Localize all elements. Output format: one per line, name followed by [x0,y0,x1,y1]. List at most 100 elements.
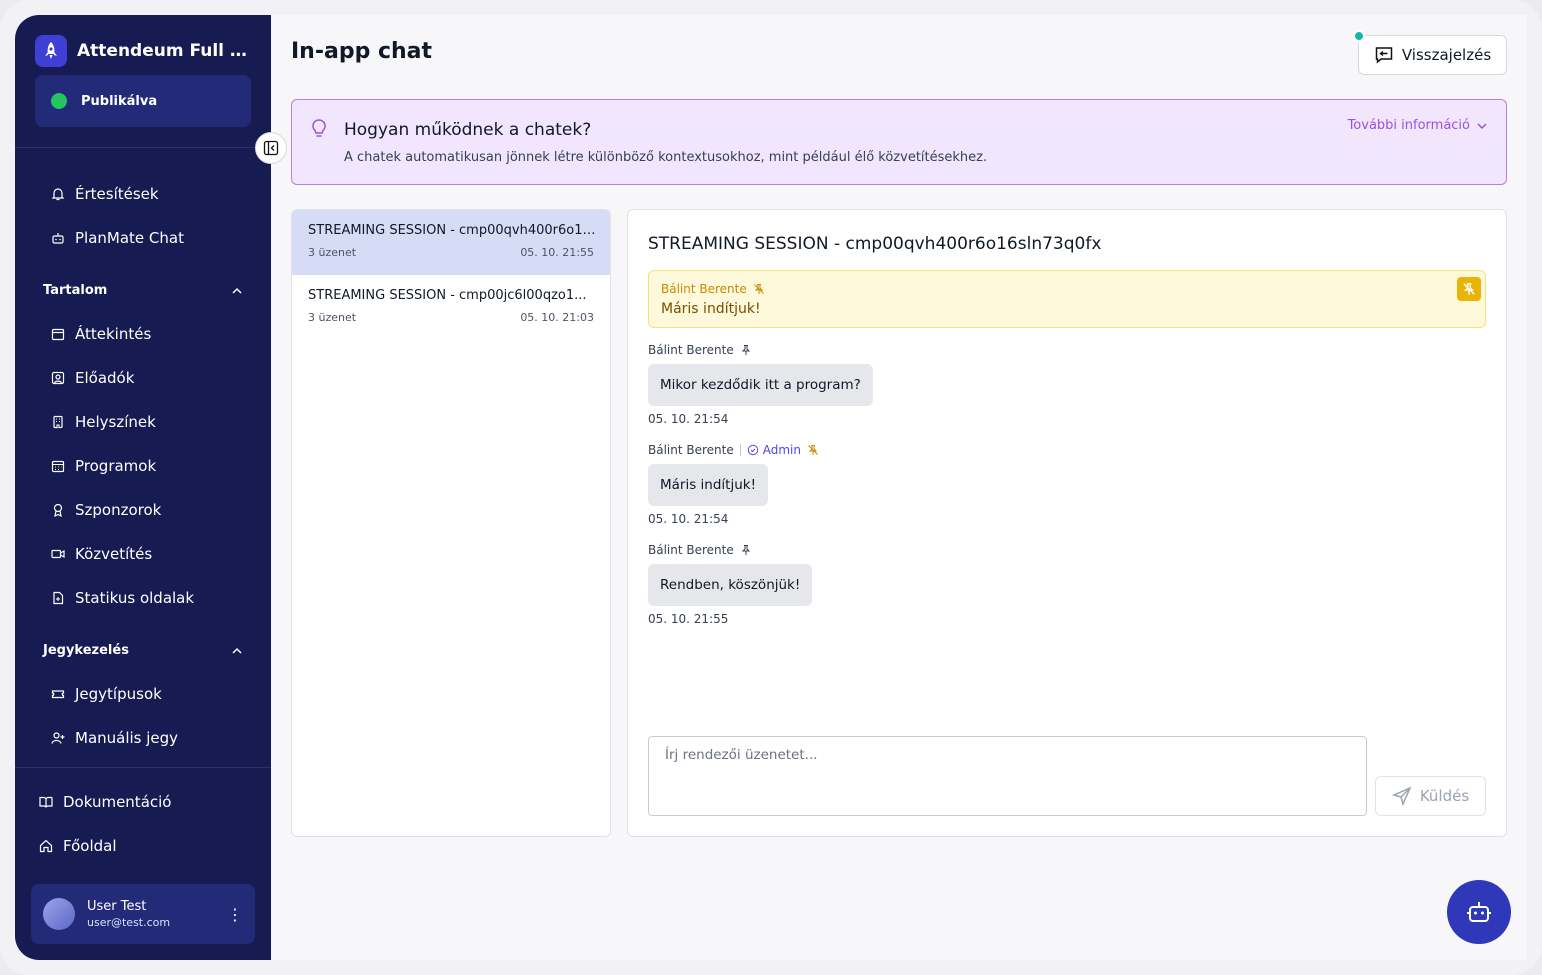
sidebar-item-label: Helyszínek [75,413,156,431]
sidebar-item-notifications[interactable]: Értesítések [51,185,159,203]
feedback-label: Visszajelzés [1401,46,1492,64]
sidebar-item-sponsors[interactable]: Szponzorok [51,501,161,519]
info-banner: Hogyan működnek a chatek? A chatek autom… [291,99,1507,185]
sidebar-item-label: Közvetítés [75,545,153,563]
brand: Attendeum Full Co... [35,35,257,67]
sidebar-item-programs[interactable]: Programok [51,457,156,475]
sidebar-item-label: Manuális jegy [75,729,179,747]
send-label: Küldés [1419,787,1470,805]
publish-status-label: Publikálva [81,93,158,109]
info-text: A chatek automatikusan jönnek létre külö… [344,150,988,165]
sidebar-item-label: Statikus oldalak [75,589,195,607]
message-author: Bálint Berente [648,443,734,457]
admin-badge: Admin [747,443,801,457]
sidebar-item-speakers[interactable]: Előadók [51,369,134,387]
message-time: 05. 10. 21:54 [648,512,729,526]
unpin-button[interactable] [1457,277,1481,301]
separator [739,444,741,456]
session-message-count: 3 üzenet [308,311,357,324]
session-item[interactable]: STREAMING SESSION - cmp00qvh400r6o16sln7… [292,210,610,275]
session-item[interactable]: STREAMING SESSION - cmp00jc6l00qzo1... 3… [292,275,610,340]
app: Attendeum Full Co... Publikálva Értesíté… [15,15,1527,960]
section-tickets-toggle[interactable]: Jegykezelés [43,643,243,658]
chat-title: STREAMING SESSION - cmp00qvh400r6o16sln7… [648,234,1102,254]
message-time: 05. 10. 21:54 [648,412,729,426]
panel-left-close-icon [263,140,279,156]
pinned-author: Bálint Berente [661,282,747,296]
chevron-up-icon [232,287,242,294]
sidebar-item-planmate-chat[interactable]: PlanMate Chat [51,229,184,247]
sidebar-item-label: Értesítések [75,185,159,203]
assistant-bot-button[interactable] [1447,880,1511,944]
message-author: Bálint Berente [648,543,734,557]
rocket-icon [35,35,67,67]
sidebar-item-overview[interactable]: Áttekintés [51,325,151,343]
bot-icon [52,233,64,244]
sidebar-item-label: Programok [75,457,157,475]
user-square-icon [51,371,65,385]
ticket-icon [51,690,65,699]
sidebar-item-manual-ticket[interactable]: Manuális jegy [51,729,178,747]
chat-message: Bálint Berente Admin Máris indítjuk! 05.… [648,442,819,526]
user-name: User Test [87,899,147,914]
calendar-days-icon [51,460,65,473]
award-icon [53,503,63,517]
session-title: STREAMING SESSION - cmp00qvh400r6o16sln7… [308,223,596,238]
message-square-icon [1375,47,1393,64]
status-dot-icon [51,93,67,109]
pin-off-icon [1463,283,1475,295]
calendar-icon [51,328,65,341]
sidebar-item-label: Szponzorok [75,501,162,519]
message-input[interactable]: Írj rendezői üzenetet... [648,736,1367,816]
sidebar-item-ticket-types[interactable]: Jegytípusok [51,685,162,703]
app-title: Attendeum Full Co... [77,41,257,61]
session-time: 05. 10. 21:03 [520,311,594,324]
pin-icon[interactable] [740,544,752,556]
feedback-button[interactable]: Visszajelzés [1358,35,1507,75]
sidebar-item-label: Dokumentáció [63,793,172,811]
send-button[interactable]: Küldés [1375,776,1486,816]
section-label: Tartalom [43,283,108,298]
file-icon [53,591,64,605]
book-icon [39,796,53,808]
session-message-count: 3 üzenet [308,246,357,259]
admin-label: Admin [762,443,801,457]
message-input-placeholder: Írj rendezői üzenetet... [665,747,818,763]
sidebar-item-documentation[interactable]: Dokumentáció [39,793,171,811]
sidebar-collapse-button[interactable] [255,132,287,164]
avatar [43,898,75,930]
pin-icon[interactable] [740,344,752,356]
pin-off-icon [753,284,764,294]
sidebar-item-label: Jegytípusok [75,685,162,703]
sidebar-item-label: Áttekintés [75,325,152,343]
sidebar-item-label: Főoldal [63,837,117,855]
section-label: Jegykezelés [43,643,129,658]
info-title: Hogyan működnek a chatek? [344,120,592,140]
sidebar-item-static-pages[interactable]: Statikus oldalak [51,589,194,607]
user-card[interactable]: User Test user@test.com ⋮ [31,884,255,944]
section-content-toggle[interactable]: Tartalom [43,283,243,298]
bell-icon [51,188,65,201]
sidebar-item-home[interactable]: Főoldal [39,837,117,855]
sidebar: Attendeum Full Co... Publikálva Értesíté… [15,15,271,960]
more-vertical-icon[interactable]: ⋮ [227,905,243,924]
bot-icon [1467,902,1491,922]
more-info-label: További információ [1347,118,1470,133]
publish-status-button[interactable]: Publikálva [35,75,251,127]
session-time: 05. 10. 21:55 [520,246,594,259]
sidebar-item-venues[interactable]: Helyszínek [51,413,156,431]
page-title: In-app chat [291,39,433,64]
more-info-toggle[interactable]: További információ [1348,118,1488,133]
message-time: 05. 10. 21:55 [648,612,729,626]
home-icon [39,839,53,853]
chat-message: Bálint Berente Mikor kezdődik itt a prog… [648,342,873,426]
video-icon [51,549,65,559]
message-bubble: Máris indítjuk! [648,464,769,506]
message-author: Bálint Berente [648,343,734,357]
message-bubble: Mikor kezdődik itt a program? [648,364,873,406]
pin-off-icon[interactable] [807,444,819,456]
chevron-down-icon [1477,122,1487,129]
notification-dot [1353,30,1365,42]
sidebar-item-streaming[interactable]: Közvetítés [51,545,152,563]
lightbulb-icon [312,119,326,137]
